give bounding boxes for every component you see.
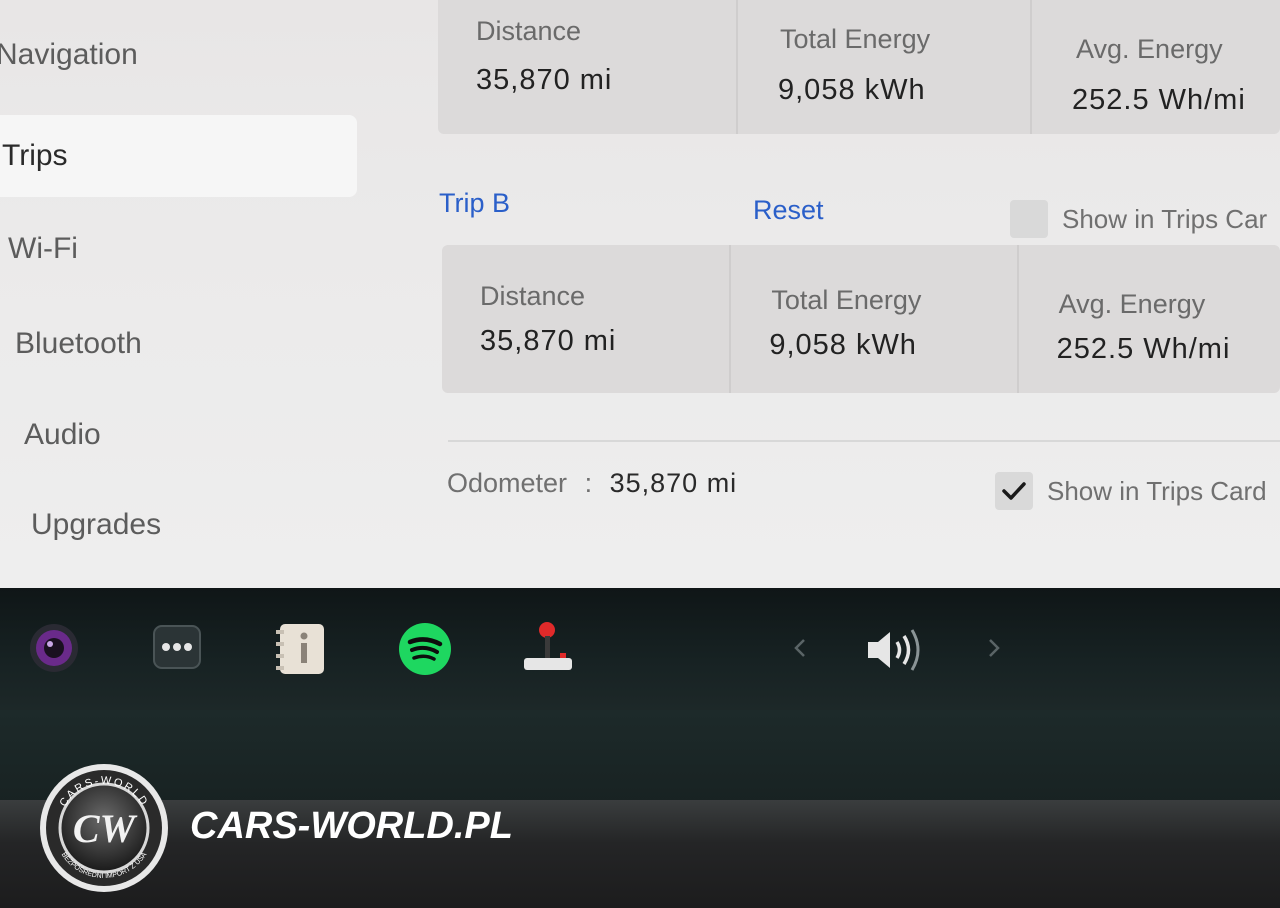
odometer-label: Odometer <box>447 468 568 498</box>
trip-b-distance: Distance 35,870 mi <box>442 245 732 393</box>
screen-bezel <box>0 710 1280 805</box>
sidebar: Navigation Trips Wi-Fi Bluetooth Audio U… <box>0 0 360 588</box>
sidebar-item-trips[interactable]: Trips <box>0 115 357 197</box>
joystick-icon[interactable] <box>520 620 576 676</box>
camera-icon[interactable] <box>28 622 80 674</box>
sidebar-item-navigation[interactable]: Navigation <box>0 38 138 72</box>
spotify-icon[interactable] <box>398 622 452 676</box>
trip-b-show-label: Show in Trips Car <box>1062 203 1268 234</box>
sidebar-item-wifi[interactable]: Wi-Fi <box>8 232 78 266</box>
checkmark-icon <box>1002 482 1026 500</box>
sidebar-item-label: Trips <box>2 139 68 172</box>
total-energy-value: 9,058 kWh <box>769 329 917 361</box>
trip-a-card: Distance 35,870 mi Total Energy 9,058 kW… <box>438 0 1280 134</box>
odometer: Odometer : 35,870 mi <box>447 468 737 499</box>
sidebar-item-upgrades[interactable]: Upgrades <box>31 508 161 542</box>
avg-energy-label: Avg. Energy <box>1076 34 1223 64</box>
chevron-left-icon[interactable] <box>788 634 812 662</box>
more-icon[interactable] <box>152 624 202 670</box>
distance-label: Distance <box>480 281 586 311</box>
volume-icon[interactable] <box>864 626 928 674</box>
distance-label: Distance <box>476 16 582 46</box>
trip-b-total-energy: Total Energy 9,058 kWh <box>731 245 1019 393</box>
odometer-show-toggle[interactable]: Show in Trips Card <box>995 472 1267 510</box>
reset-button[interactable]: Reset <box>753 195 824 226</box>
distance-value: 35,870 mi <box>476 64 613 96</box>
chevron-right-icon[interactable] <box>982 634 1006 662</box>
trip-b-avg-energy: Avg. Energy 252.5 Wh/mi <box>1019 245 1280 393</box>
svg-text:CW: CW <box>73 806 138 851</box>
odometer-separator: : <box>584 468 593 498</box>
taskbar <box>0 588 1280 710</box>
trip-a-total-energy: Total Energy 9,058 kWh <box>738 0 1032 134</box>
divider <box>448 440 1280 442</box>
trip-a-distance: Distance 35,870 mi <box>438 0 738 134</box>
avg-energy-value: 252.5 Wh/mi <box>1072 84 1246 116</box>
trip-b-card: Distance 35,870 mi Total Energy 9,058 kW… <box>442 245 1280 393</box>
watermark-text: CARS-WORLD.PL <box>190 805 513 847</box>
trip-b-show-toggle[interactable]: Show in Trips Car <box>1010 200 1267 238</box>
distance-value: 35,870 mi <box>480 325 617 357</box>
watermark-logo: CARS-WORLD BEZPOŚREDNI IMPORT Z USA CW <box>38 762 170 894</box>
total-energy-value: 9,058 kWh <box>778 74 926 106</box>
odometer-value: 35,870 mi <box>609 468 738 498</box>
total-energy-label: Total Energy <box>780 24 931 54</box>
trip-b-title: Trip B <box>439 188 511 218</box>
settings-screen: Navigation Trips Wi-Fi Bluetooth Audio U… <box>0 0 1280 588</box>
sidebar-item-bluetooth[interactable]: Bluetooth <box>15 327 142 361</box>
total-energy-label: Total Energy <box>771 285 922 315</box>
manual-icon[interactable] <box>272 622 328 676</box>
odometer-show-label: Show in Trips Card <box>1047 475 1267 506</box>
trip-a-avg-energy: Avg. Energy 252.5 Wh/mi <box>1032 0 1280 134</box>
sidebar-item-audio[interactable]: Audio <box>24 418 101 452</box>
avg-energy-value: 252.5 Wh/mi <box>1056 333 1231 365</box>
trip-b-show-checkbox[interactable] <box>1010 200 1048 238</box>
odometer-show-checkbox[interactable] <box>995 472 1033 510</box>
avg-energy-label: Avg. Energy <box>1058 289 1206 319</box>
